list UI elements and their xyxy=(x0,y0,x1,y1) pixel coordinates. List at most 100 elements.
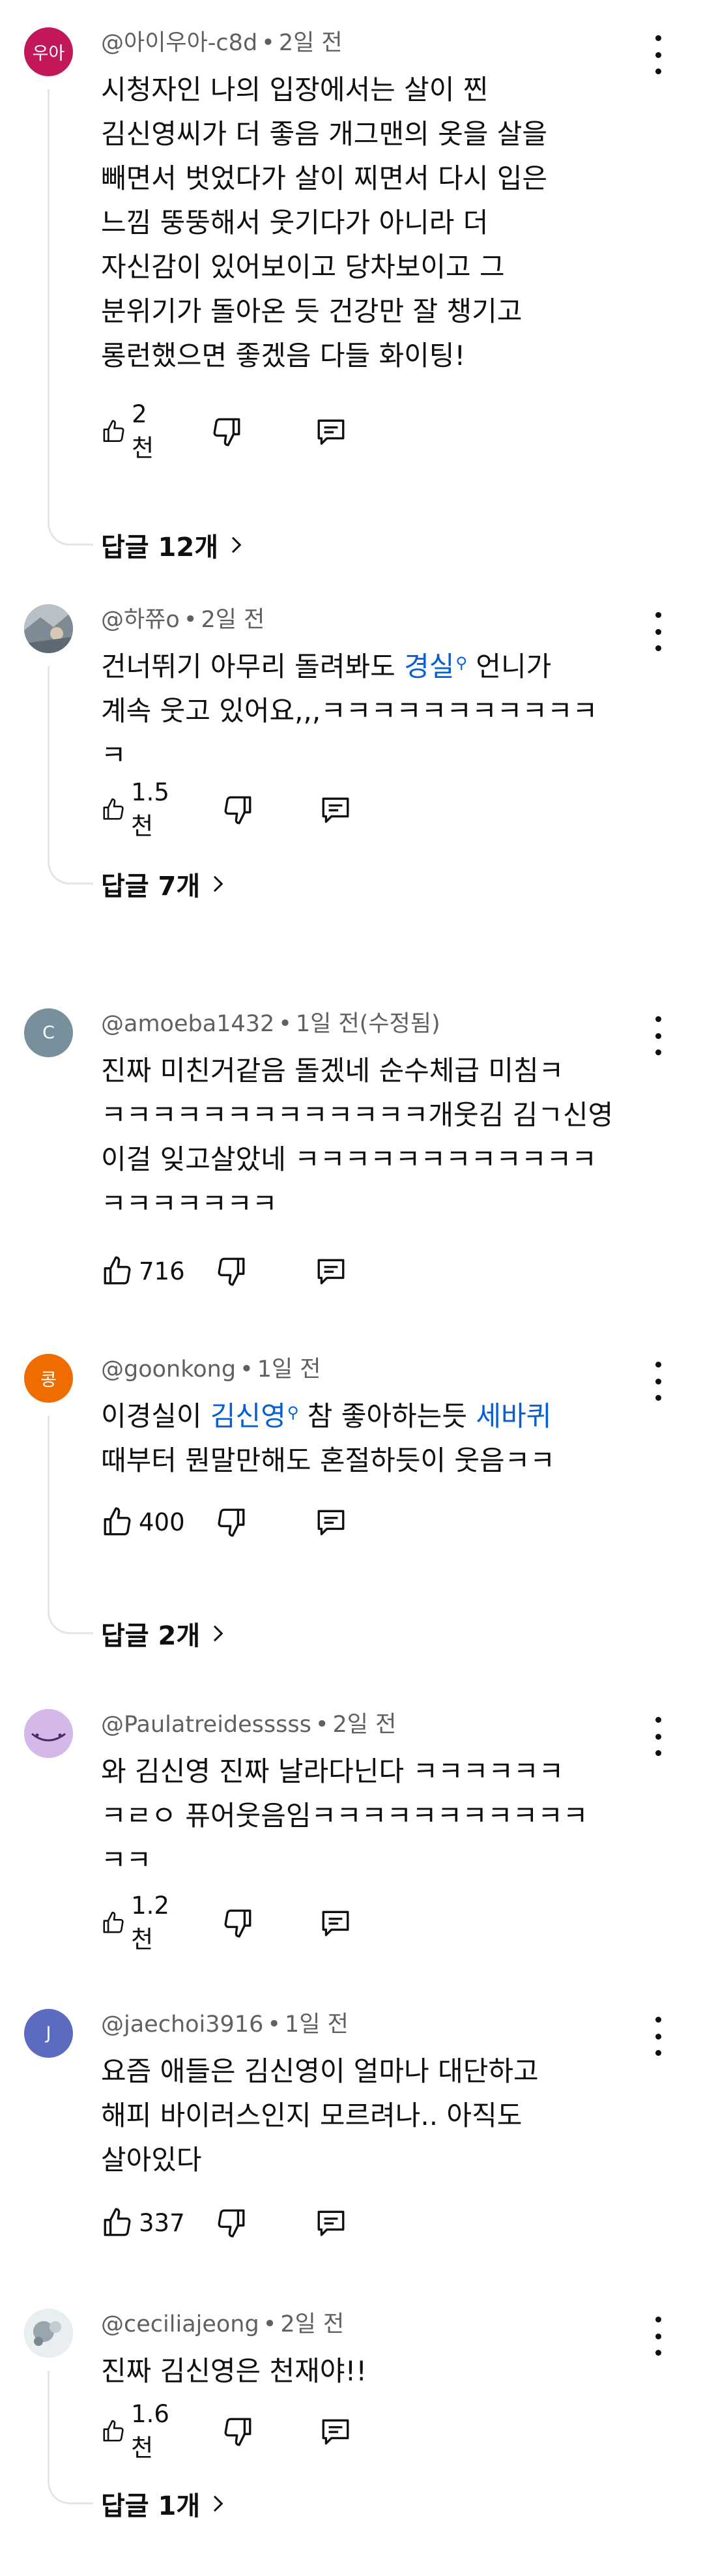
separator-dot: • xyxy=(261,30,275,56)
like-button[interactable]: 1.6천 xyxy=(101,2400,177,2462)
thumb-down-icon xyxy=(218,2209,245,2238)
like-button[interactable]: 400 xyxy=(101,1502,185,1542)
author-name[interactable]: @goonkong xyxy=(101,1356,236,1383)
dislike-button[interactable] xyxy=(215,1502,248,1542)
hashtag-link[interactable]: 세바퀴 xyxy=(476,1400,551,1432)
thumb-up-icon xyxy=(104,1256,131,1285)
avatar[interactable] xyxy=(24,604,73,653)
view-replies-button[interactable]: 답글 12개 xyxy=(101,526,246,564)
comment-time: 2일 전 xyxy=(332,1712,397,1738)
replies-label: 답글 1개 xyxy=(101,2491,201,2521)
comment-text: 시청자인 나의 입장에서는 살이 찐 김신영씨가 더 좋음 개그맨의 옷을 살을… xyxy=(101,74,547,372)
reply-comment-icon xyxy=(317,1259,345,1285)
text-segment: 참 좋아하는듯 xyxy=(298,1400,476,1432)
like-button[interactable]: 716 xyxy=(101,1251,185,1291)
thread-line xyxy=(48,89,50,520)
replies-label: 답글 2개 xyxy=(101,1621,201,1651)
reply-button[interactable] xyxy=(319,1903,352,1942)
thumb-down-icon xyxy=(213,418,240,446)
more-vertical-icon[interactable] xyxy=(645,1717,671,1756)
thumb-up-icon xyxy=(103,2420,124,2442)
reply-button[interactable] xyxy=(315,412,347,451)
comment-text: 와 김신영 진짜 날라다닌다 ㅋㅋㅋㅋㅋㅋ ㅋㄹㅇ 퓨어웃음임ㅋㅋㅋㅋㅋㅋㅋㅋㅋ… xyxy=(101,1755,588,1876)
author-name[interactable]: @ceciliajeong xyxy=(101,2311,259,2337)
avatar[interactable]: 우아 xyxy=(24,27,73,76)
comment-time: 2일 전 xyxy=(201,607,265,633)
avatar[interactable] xyxy=(24,1709,73,1758)
view-replies-button[interactable]: 답글 1개 xyxy=(101,2485,227,2523)
like-button[interactable]: 1.2천 xyxy=(101,1892,177,1954)
comment-time: 2일 전 xyxy=(278,30,343,56)
separator-dot: • xyxy=(240,1356,253,1383)
thumb-up-icon xyxy=(104,2208,131,2236)
like-button[interactable]: 337 xyxy=(101,2203,185,2242)
reply-button[interactable] xyxy=(315,1502,347,1542)
avatar-image xyxy=(24,2309,73,2358)
separator-dot: • xyxy=(267,2012,281,2038)
avatar[interactable] xyxy=(24,2309,73,2358)
more-vertical-icon[interactable] xyxy=(645,2317,671,2356)
reply-comment-icon xyxy=(317,2210,345,2236)
separator-dot: • xyxy=(278,1011,292,1037)
comment-text: 진짜 김신영은 천재야!! xyxy=(101,2355,367,2387)
reply-button[interactable] xyxy=(319,790,352,829)
dislike-button[interactable] xyxy=(222,2412,254,2451)
comment-text: 이경실이 김신영⚲ 참 좋아하는듯 세바퀴 때부터 뭔말만해도 혼절하듯이 웃음… xyxy=(101,1394,642,1483)
author-name[interactable]: @amoeba1432 xyxy=(101,1011,274,1037)
thread-line xyxy=(48,1416,50,1608)
dislike-button[interactable] xyxy=(215,1251,248,1291)
avatar[interactable]: J xyxy=(24,2009,73,2058)
more-vertical-icon[interactable] xyxy=(645,1362,671,1401)
dislike-button[interactable] xyxy=(222,1903,254,1942)
comment-time: 2일 전 xyxy=(280,2311,345,2337)
more-vertical-icon[interactable] xyxy=(645,35,671,74)
dislike-button[interactable] xyxy=(215,2203,248,2242)
text-segment: 때부터 뭔말만해도 혼절하듯이 웃음ㅋㅋ xyxy=(101,1444,555,1476)
search-icon: ⚲ xyxy=(287,1403,299,1422)
author-name[interactable]: @Paulatreidesssss xyxy=(101,1712,311,1738)
more-vertical-icon[interactable] xyxy=(645,612,671,651)
reply-button[interactable] xyxy=(319,2412,352,2451)
avatar[interactable]: 콩 xyxy=(24,1354,73,1403)
author-name[interactable]: @jaechoi3916 xyxy=(101,2012,263,2038)
thumb-down-icon xyxy=(224,2418,251,2446)
reply-button[interactable] xyxy=(315,1251,347,1291)
more-vertical-icon[interactable] xyxy=(645,1016,671,1055)
reply-comment-icon xyxy=(317,1510,345,1536)
comment-time: 1일 전 xyxy=(257,1356,321,1383)
comment-text: 요즘 애들은 김신영이 얼마나 대단하고 해피 바이러스인지 모르려나.. 아직… xyxy=(101,2055,539,2176)
hashtag-link[interactable]: 김신영⚲ xyxy=(210,1400,299,1432)
like-count: 337 xyxy=(139,2208,185,2237)
thread-line xyxy=(48,2371,50,2478)
separator-dot: • xyxy=(315,1712,329,1738)
thumb-up-icon xyxy=(103,420,124,442)
chevron-right-icon xyxy=(214,1625,223,1642)
chevron-right-icon xyxy=(231,536,242,553)
comments-page: 우아 @아이우아-c8d • 2일 전 시청자인 나의 입장에서는 살이 찐 김신영… xyxy=(0,0,703,2576)
author-name[interactable]: @하쮸o xyxy=(101,607,180,633)
dislike-button[interactable] xyxy=(222,790,254,829)
avatar-image xyxy=(24,604,73,653)
comment-meta: @아이우아-c8d • 2일 전 xyxy=(101,27,343,59)
dislike-button[interactable] xyxy=(210,412,243,451)
view-replies-button[interactable]: 답글 2개 xyxy=(101,1615,227,1652)
view-replies-button[interactable]: 답글 7개 xyxy=(101,865,227,903)
hashtag-link[interactable]: 경실⚲ xyxy=(404,651,467,682)
comment-text: 진짜 미친거같음 돌겠네 순수체급 미침ㅋ ㅋㅋㅋㅋㅋㅋㅋㅋㅋㅋㅋㅋㅋ개웃김 김… xyxy=(101,1055,614,1220)
like-count: 1.2천 xyxy=(131,1891,169,1954)
replies-label: 답글 12개 xyxy=(101,533,218,563)
text-segment: 건너뛰기 아무리 돌려봐도 xyxy=(101,651,405,682)
author-name[interactable]: @아이우아-c8d xyxy=(101,30,257,56)
reply-button[interactable] xyxy=(315,2203,347,2242)
text-segment: 이경실이 xyxy=(101,1400,210,1432)
reply-comment-icon xyxy=(322,1910,349,1937)
comment-meta: @jaechoi3916 • 1일 전 xyxy=(101,2009,349,2040)
like-button[interactable]: 2천 xyxy=(101,400,161,462)
like-button[interactable]: 1.5천 xyxy=(101,778,177,840)
avatar[interactable]: C xyxy=(24,1008,73,1057)
thumb-down-icon xyxy=(224,796,251,825)
reply-comment-icon xyxy=(322,797,349,823)
more-vertical-icon[interactable] xyxy=(645,2017,671,2056)
thumb-up-icon xyxy=(103,798,124,820)
like-count: 716 xyxy=(139,1257,185,1285)
